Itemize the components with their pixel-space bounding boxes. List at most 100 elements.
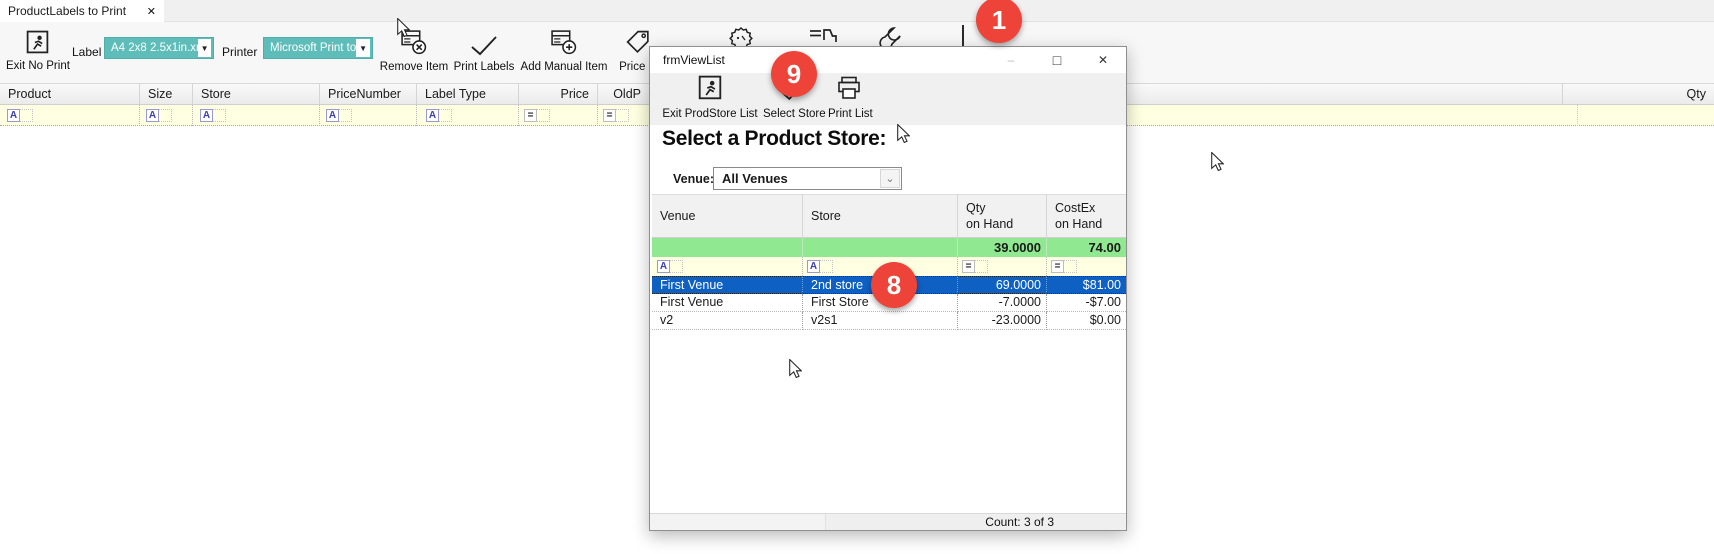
cell-store[interactable]: v2s1 <box>803 312 958 330</box>
printer-icon <box>836 75 862 101</box>
letter-filter-icon[interactable]: A <box>326 109 339 122</box>
checkmark-icon <box>470 28 498 56</box>
dialog-toolbar: Exit ProdStore List Select Store Print L… <box>650 73 1126 125</box>
grid-header-venue[interactable]: Venue <box>652 194 803 238</box>
mouse-cursor <box>788 359 802 378</box>
equals-filter-icon[interactable]: = <box>962 260 975 273</box>
filter-slot <box>820 260 833 273</box>
grid-filter-venue[interactable]: A <box>652 257 803 276</box>
col-header-store[interactable]: Store <box>193 84 320 105</box>
cell-venue[interactable]: v2 <box>652 312 803 330</box>
minimize-icon[interactable]: – <box>988 47 1034 73</box>
dialog-heading: Select a Product Store: <box>662 127 886 151</box>
mouse-cursor <box>896 124 910 143</box>
grid-header-store[interactable]: Store <box>803 194 958 238</box>
cell-venue[interactable]: First Venue <box>652 276 803 294</box>
col-header-price[interactable]: Price <box>519 84 598 105</box>
exit-prodstore-list-button[interactable]: Exit ProdStore List <box>658 75 762 120</box>
col-header-labeltype[interactable]: Label Type <box>417 84 519 105</box>
cell-venue[interactable]: First Venue <box>652 294 803 312</box>
tab-title: ProductLabels to Print <box>8 4 141 18</box>
col-header-pricenumber[interactable]: PriceNumber <box>320 84 417 105</box>
statusbar-segment <box>650 514 826 530</box>
letter-filter-icon[interactable]: A <box>426 109 439 122</box>
add-manual-item-button[interactable]: Add Manual Item <box>518 28 610 73</box>
printer-combobox[interactable]: Microsoft Print to ▼ <box>263 37 373 59</box>
cell-costex[interactable]: -$7.00 <box>1047 294 1126 312</box>
cell-costex[interactable]: $0.00 <box>1047 312 1126 330</box>
letter-filter-icon[interactable]: A <box>657 260 670 273</box>
col-header-qty[interactable]: Qty <box>1563 84 1714 105</box>
filter-slot <box>213 109 226 122</box>
grid-filter-qty[interactable]: = <box>958 257 1047 276</box>
filter-product[interactable]: A <box>0 105 140 126</box>
grid-header-qty[interactable]: Qty on Hand <box>958 194 1047 238</box>
label-combobox[interactable]: A4 2x8 2.5x1in.xm ▼ <box>104 37 214 59</box>
filter-qty[interactable] <box>1563 105 1578 126</box>
exit-prodstore-list-label: Exit ProdStore List <box>658 108 762 120</box>
cell-qty[interactable]: -23.0000 <box>958 312 1047 330</box>
add-item-icon <box>550 28 578 56</box>
exit-no-print-button[interactable]: Exit No Print <box>6 30 68 72</box>
filter-oldprice[interactable]: = <box>598 105 649 126</box>
letter-filter-icon[interactable]: A <box>200 109 213 122</box>
exit-run-icon <box>25 30 50 55</box>
dropdown-arrow-icon[interactable]: ▼ <box>356 39 370 57</box>
remove-item-button[interactable]: Remove Item <box>376 28 452 73</box>
dialog-title: frmViewList <box>650 53 725 67</box>
grid-header-costex[interactable]: CostEx on Hand <box>1047 194 1126 238</box>
filter-slot <box>339 109 352 122</box>
filter-labeltype[interactable]: A <box>417 105 519 126</box>
equals-filter-icon[interactable]: = <box>1051 260 1064 273</box>
venue-dropdown-value: All Venues <box>714 171 880 186</box>
filter-pricenumber[interactable]: A <box>320 105 417 126</box>
exit-no-print-label: Exit No Print <box>6 60 68 72</box>
annotation-badge-8: 8 <box>871 262 917 308</box>
total-store-cell <box>803 238 958 257</box>
col-header-oldprice[interactable]: OldP <box>598 84 649 105</box>
price-tag-icon <box>624 28 652 56</box>
table-row[interactable]: v2 v2s1 -23.0000 $0.00 <box>652 312 1126 330</box>
cell-qty[interactable]: -7.0000 <box>958 294 1047 312</box>
add-manual-item-label: Add Manual Item <box>518 61 610 73</box>
tab-strip: ProductLabels to Print ✕ <box>0 0 1714 22</box>
col-header-size[interactable]: Size <box>140 84 193 105</box>
toolbar-separator <box>962 25 964 47</box>
print-list-button[interactable]: Print List <box>828 75 870 120</box>
filter-price[interactable]: = <box>519 105 598 126</box>
tab-productlabels[interactable]: ProductLabels to Print ✕ <box>0 0 164 22</box>
cell-costex[interactable]: $81.00 <box>1047 276 1126 294</box>
letter-filter-icon[interactable]: A <box>146 109 159 122</box>
label-combobox-value: A4 2x8 2.5x1in.xm <box>105 42 198 54</box>
printer-combobox-value: Microsoft Print to <box>264 42 356 54</box>
mouse-cursor <box>396 18 410 37</box>
print-labels-button[interactable]: Print Labels <box>450 28 518 73</box>
chevron-down-icon[interactable]: ⌄ <box>880 169 900 188</box>
letter-filter-icon[interactable]: A <box>807 260 820 273</box>
dialog-statusbar: Count: 3 of 3 <box>650 513 1126 530</box>
mouse-cursor <box>1210 152 1224 171</box>
filter-slot <box>537 109 550 122</box>
col-header-product[interactable]: Product <box>0 84 140 105</box>
filter-slot <box>159 109 172 122</box>
filter-slot <box>670 260 683 273</box>
equals-filter-icon[interactable]: = <box>603 109 616 122</box>
filter-slot <box>975 260 988 273</box>
venue-dropdown[interactable]: All Venues ⌄ <box>713 167 902 190</box>
record-count: Count: 3 of 3 <box>985 515 1126 529</box>
maximize-icon[interactable]: □ <box>1034 47 1080 73</box>
grid-filter-costex[interactable]: = <box>1047 257 1126 276</box>
equals-filter-icon[interactable]: = <box>524 109 537 122</box>
dropdown-arrow-icon[interactable]: ▼ <box>198 39 211 57</box>
remove-item-label: Remove Item <box>376 61 452 73</box>
close-icon[interactable]: ✕ <box>1080 47 1126 73</box>
letter-filter-icon[interactable]: A <box>7 109 20 122</box>
cell-qty[interactable]: 69.0000 <box>958 276 1047 294</box>
dialog-titlebar[interactable]: frmViewList – □ ✕ <box>650 47 1126 73</box>
grid-empty-area <box>652 377 1126 513</box>
print-labels-label: Print Labels <box>450 61 518 73</box>
filter-store[interactable]: A <box>193 105 320 126</box>
tab-close-icon[interactable]: ✕ <box>147 5 156 18</box>
filter-size[interactable]: A <box>140 105 193 126</box>
total-costex: 74.00 <box>1047 238 1126 257</box>
